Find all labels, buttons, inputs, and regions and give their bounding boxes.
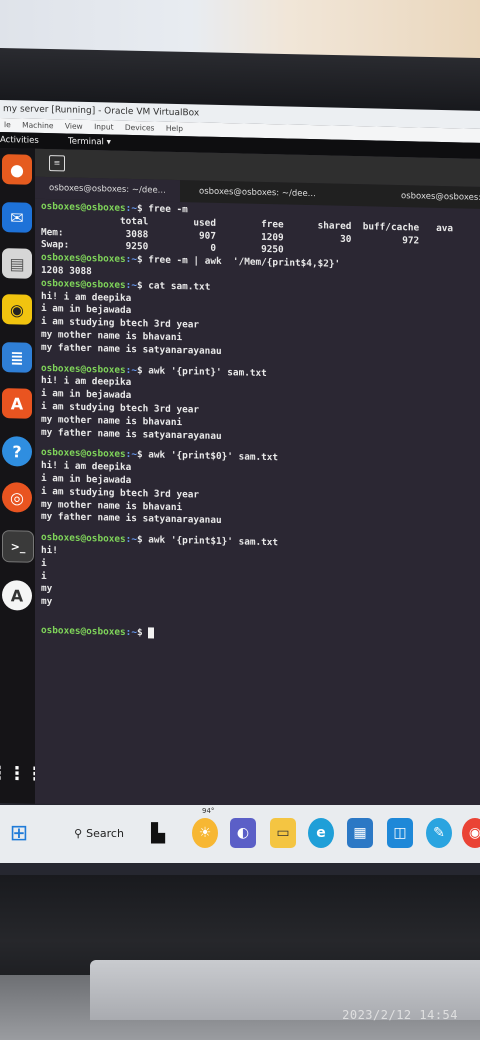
command-text: $ awk '{print$1}' sam.txt [136, 534, 279, 549]
command-text: $ awk '{print}' sam.txt [136, 364, 267, 379]
menu-input[interactable]: Input [94, 122, 113, 131]
terminal-icon[interactable]: >_ [2, 530, 34, 563]
menu-view[interactable]: View [65, 121, 83, 130]
photo-timestamp: 2023/2/12 14:54 [342, 1008, 458, 1022]
menu-devices[interactable]: Devices [125, 123, 155, 133]
prompt-path: :~ [125, 626, 137, 639]
task-view-icon[interactable]: ▙ [145, 818, 171, 848]
terminal-tab-3[interactable]: osboxes@osboxes: [355, 184, 480, 209]
store-icon[interactable]: ▦ [347, 818, 373, 848]
ubuntu-dock: ● ✉ ▤ ◉ ≣ A ? ◎ >_ A ⋮⋮⋮ [0, 148, 44, 804]
thunderbird-icon[interactable]: ✉ [2, 202, 32, 233]
software-center-icon[interactable]: A [2, 388, 32, 419]
windows-taskbar: ⊞ ⚲ Search ▙ ☀ 94° ◐ ▭ e ▦ ◫ ✎ ◉ [0, 805, 480, 863]
virtualbox-title: my server [Running] - Oracle VM VirtualB… [3, 104, 200, 119]
prompt-path: :~ [125, 364, 137, 376]
weather-icon[interactable]: ☀ [192, 818, 218, 848]
taskbar-search[interactable]: ⚲ Search [62, 818, 132, 848]
prompt-path: :~ [125, 202, 137, 215]
terminal-app-menu[interactable]: Terminal ▾ [68, 134, 111, 151]
prompt-user: osboxes@osboxes [41, 447, 126, 461]
prompt-user: osboxes@osboxes [41, 532, 126, 545]
menu-file[interactable]: le [4, 120, 11, 129]
command-text: $ free -m [136, 203, 188, 216]
new-tab-icon[interactable]: ≡ [49, 155, 65, 172]
show-applications-icon[interactable]: ⋮⋮⋮ [0, 758, 44, 789]
virtualbox-icon[interactable]: ◫ [387, 818, 413, 848]
command-text: $ awk '{print$0}' sam.txt [136, 449, 279, 464]
ubuntu-settings-icon[interactable]: ◎ [2, 482, 32, 513]
monitor-screen: my server [Running] - Oracle VM VirtualB… [0, 100, 480, 886]
rhythmbox-icon[interactable]: ◉ [2, 294, 32, 325]
terminal-tab-2[interactable]: osboxes@osboxes: ~/dee... [185, 180, 335, 205]
prompt-path: :~ [125, 254, 137, 266]
teams-chat-icon[interactable]: ◐ [230, 818, 256, 848]
prompt-path: :~ [125, 533, 137, 546]
terminal-output[interactable]: osboxes@osboxes:~$ free -m total used fr… [41, 201, 480, 648]
text-cursor [148, 627, 155, 639]
prompt-path: :~ [125, 449, 137, 461]
paint-icon[interactable]: ✎ [426, 818, 452, 848]
terminal-window: ≡ osboxes@osboxes: ~/dee... osboxes@osbo… [35, 148, 480, 814]
command-text: $ [136, 627, 149, 639]
prompt-user: osboxes@osboxes [41, 362, 126, 376]
files-icon[interactable]: ▤ [2, 248, 32, 279]
command-text: $ cat sam.txt [136, 279, 211, 293]
prompt-user: osboxes@osboxes [41, 277, 126, 291]
edge-icon[interactable]: e [308, 818, 334, 848]
chrome-icon[interactable]: ◉ [462, 818, 480, 848]
prompt-user: osboxes@osboxes [41, 252, 126, 266]
search-icon: ⚲ [74, 826, 83, 840]
windows-start-icon[interactable]: ⊞ [6, 818, 32, 848]
menu-help[interactable]: Help [166, 124, 183, 133]
terminal-tab-1[interactable]: osboxes@osboxes: ~/dee... [35, 176, 180, 203]
menu-machine[interactable]: Machine [22, 121, 53, 131]
activities-button[interactable]: Activities [0, 132, 39, 149]
prompt-path: :~ [125, 279, 137, 291]
file-explorer-icon[interactable]: ▭ [270, 818, 296, 848]
prompt-user: osboxes@osboxes [41, 200, 126, 214]
libreoffice-writer-icon[interactable]: ≣ [2, 342, 32, 373]
help-icon[interactable]: ? [2, 436, 32, 467]
software-updater-icon[interactable]: A [2, 580, 32, 611]
search-label: Search [86, 826, 124, 840]
prompt-user: osboxes@osboxes [41, 624, 126, 638]
weather-temperature: 94° [202, 807, 215, 815]
firefox-icon[interactable]: ● [2, 154, 32, 185]
